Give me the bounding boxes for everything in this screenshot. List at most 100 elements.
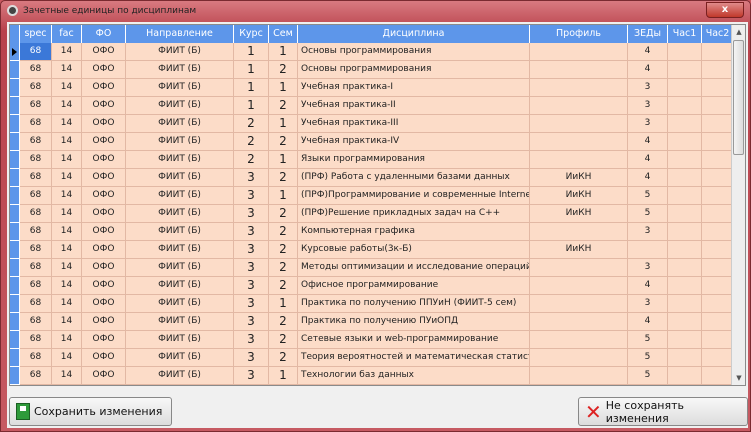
cell-fac[interactable]: 14 (52, 115, 82, 133)
cell-профиль[interactable] (530, 43, 628, 61)
cell-зеды[interactable]: 5 (628, 187, 668, 205)
cell-фо[interactable]: ОФО (82, 115, 126, 133)
cell-зеды[interactable]: 4 (628, 277, 668, 295)
cell-фо[interactable]: ОФО (82, 61, 126, 79)
cell-дисциплина[interactable]: Языки программирования (298, 151, 530, 169)
cell-час2[interactable] (702, 115, 734, 133)
column-header[interactable]: ЗЕДы (628, 25, 668, 43)
cell-час2[interactable] (702, 133, 734, 151)
table-row[interactable]: 68 14 ОФО ФИИТ (Б) 3 2 Курсовые работы(3к-Б) Ии… (10, 241, 734, 259)
cell-профиль[interactable]: ИиКН (530, 187, 628, 205)
table-row[interactable]: 68 14 ОФО ФИИТ (Б) 1 1 Учебная практика-I 3 (10, 79, 734, 97)
cell-фо[interactable]: ОФО (82, 331, 126, 349)
cell-курс[interactable]: 3 (234, 349, 269, 367)
cell-spec[interactable]: 68 (20, 259, 52, 277)
column-header[interactable]: Час2 (702, 25, 734, 43)
cell-дисциплина[interactable]: Практика по получению ПУиОПД (298, 313, 530, 331)
cell-курс[interactable]: 3 (234, 241, 269, 259)
cell-профиль[interactable] (530, 61, 628, 79)
cell-spec[interactable]: 68 (20, 133, 52, 151)
table-row[interactable]: 68 14 ОФО ФИИТ (Б) 3 1 (ПРФ)Программирование и… (10, 187, 734, 205)
cell-сем[interactable]: 1 (269, 187, 298, 205)
cell-spec[interactable]: 68 (20, 205, 52, 223)
cell-направление[interactable]: ФИИТ (Б) (126, 61, 234, 79)
cell-курс[interactable]: 1 (234, 79, 269, 97)
row-indicator[interactable] (10, 169, 20, 187)
cell-зеды[interactable]: 3 (628, 295, 668, 313)
cell-курс[interactable]: 3 (234, 205, 269, 223)
cell-час2[interactable] (702, 151, 734, 169)
row-indicator[interactable] (10, 97, 20, 115)
cell-курс[interactable]: 1 (234, 43, 269, 61)
cell-fac[interactable]: 14 (52, 223, 82, 241)
cell-фо[interactable]: ОФО (82, 187, 126, 205)
cell-направление[interactable]: ФИИТ (Б) (126, 187, 234, 205)
cell-профиль[interactable] (530, 349, 628, 367)
cell-fac[interactable]: 14 (52, 169, 82, 187)
cell-сем[interactable]: 1 (269, 115, 298, 133)
cell-профиль[interactable] (530, 223, 628, 241)
cell-час2[interactable] (702, 295, 734, 313)
cell-дисциплина[interactable]: (ПРФ) Работа с удаленными базами данных (298, 169, 530, 187)
cell-сем[interactable]: 2 (269, 313, 298, 331)
cell-направление[interactable]: ФИИТ (Б) (126, 79, 234, 97)
cell-час2[interactable] (702, 331, 734, 349)
cell-направление[interactable]: ФИИТ (Б) (126, 259, 234, 277)
cell-профиль[interactable] (530, 259, 628, 277)
row-indicator[interactable] (10, 115, 20, 133)
cell-фо[interactable]: ОФО (82, 43, 126, 61)
row-indicator[interactable] (10, 259, 20, 277)
cell-час2[interactable] (702, 169, 734, 187)
cell-сем[interactable]: 1 (269, 79, 298, 97)
cell-час2[interactable] (702, 223, 734, 241)
cell-spec[interactable]: 68 (20, 79, 52, 97)
table-row[interactable]: 68 14 ОФО ФИИТ (Б) 3 1 Технологии баз данных 5 (10, 367, 734, 385)
column-header[interactable]: ФО (82, 25, 126, 43)
cell-сем[interactable]: 1 (269, 367, 298, 385)
cell-час1[interactable] (668, 349, 702, 367)
row-indicator[interactable] (10, 295, 20, 313)
cell-дисциплина[interactable]: Учебная практика-I (298, 79, 530, 97)
cell-fac[interactable]: 14 (52, 43, 82, 61)
cell-направление[interactable]: ФИИТ (Б) (126, 277, 234, 295)
cell-курс[interactable]: 3 (234, 367, 269, 385)
cell-час2[interactable] (702, 43, 734, 61)
cell-час1[interactable] (668, 61, 702, 79)
cell-профиль[interactable] (530, 97, 628, 115)
cell-час1[interactable] (668, 367, 702, 385)
cell-fac[interactable]: 14 (52, 349, 82, 367)
cell-фо[interactable]: ОФО (82, 151, 126, 169)
close-button[interactable]: x (706, 2, 744, 18)
cell-час1[interactable] (668, 133, 702, 151)
cell-час1[interactable] (668, 43, 702, 61)
cell-сем[interactable]: 2 (269, 97, 298, 115)
cell-spec[interactable]: 68 (20, 367, 52, 385)
row-indicator[interactable] (10, 79, 20, 97)
cell-зеды[interactable]: 5 (628, 367, 668, 385)
cell-профиль[interactable] (530, 367, 628, 385)
cell-курс[interactable]: 3 (234, 331, 269, 349)
cell-час1[interactable] (668, 259, 702, 277)
row-indicator[interactable] (10, 205, 20, 223)
cell-фо[interactable]: ОФО (82, 241, 126, 259)
cell-час1[interactable] (668, 79, 702, 97)
cell-час2[interactable] (702, 259, 734, 277)
cell-профиль[interactable] (530, 295, 628, 313)
cell-дисциплина[interactable]: Компьютерная графика (298, 223, 530, 241)
cell-зеды[interactable] (628, 241, 668, 259)
table-row[interactable]: 68 14 ОФО ФИИТ (Б) 1 2 Основы программирования… (10, 61, 734, 79)
cell-spec[interactable]: 68 (20, 295, 52, 313)
row-indicator[interactable] (10, 313, 20, 331)
cell-направление[interactable]: ФИИТ (Б) (126, 169, 234, 187)
cell-spec[interactable]: 68 (20, 241, 52, 259)
table-row[interactable]: 68 14 ОФО ФИИТ (Б) 3 2 Офисное программировани… (10, 277, 734, 295)
cell-час1[interactable] (668, 187, 702, 205)
cell-направление[interactable]: ФИИТ (Б) (126, 223, 234, 241)
column-header[interactable]: Профиль (530, 25, 628, 43)
cell-курс[interactable]: 3 (234, 313, 269, 331)
cell-фо[interactable]: ОФО (82, 205, 126, 223)
cell-фо[interactable]: ОФО (82, 97, 126, 115)
cell-курс[interactable]: 3 (234, 169, 269, 187)
cell-spec[interactable]: 68 (20, 331, 52, 349)
cell-зеды[interactable]: 4 (628, 133, 668, 151)
